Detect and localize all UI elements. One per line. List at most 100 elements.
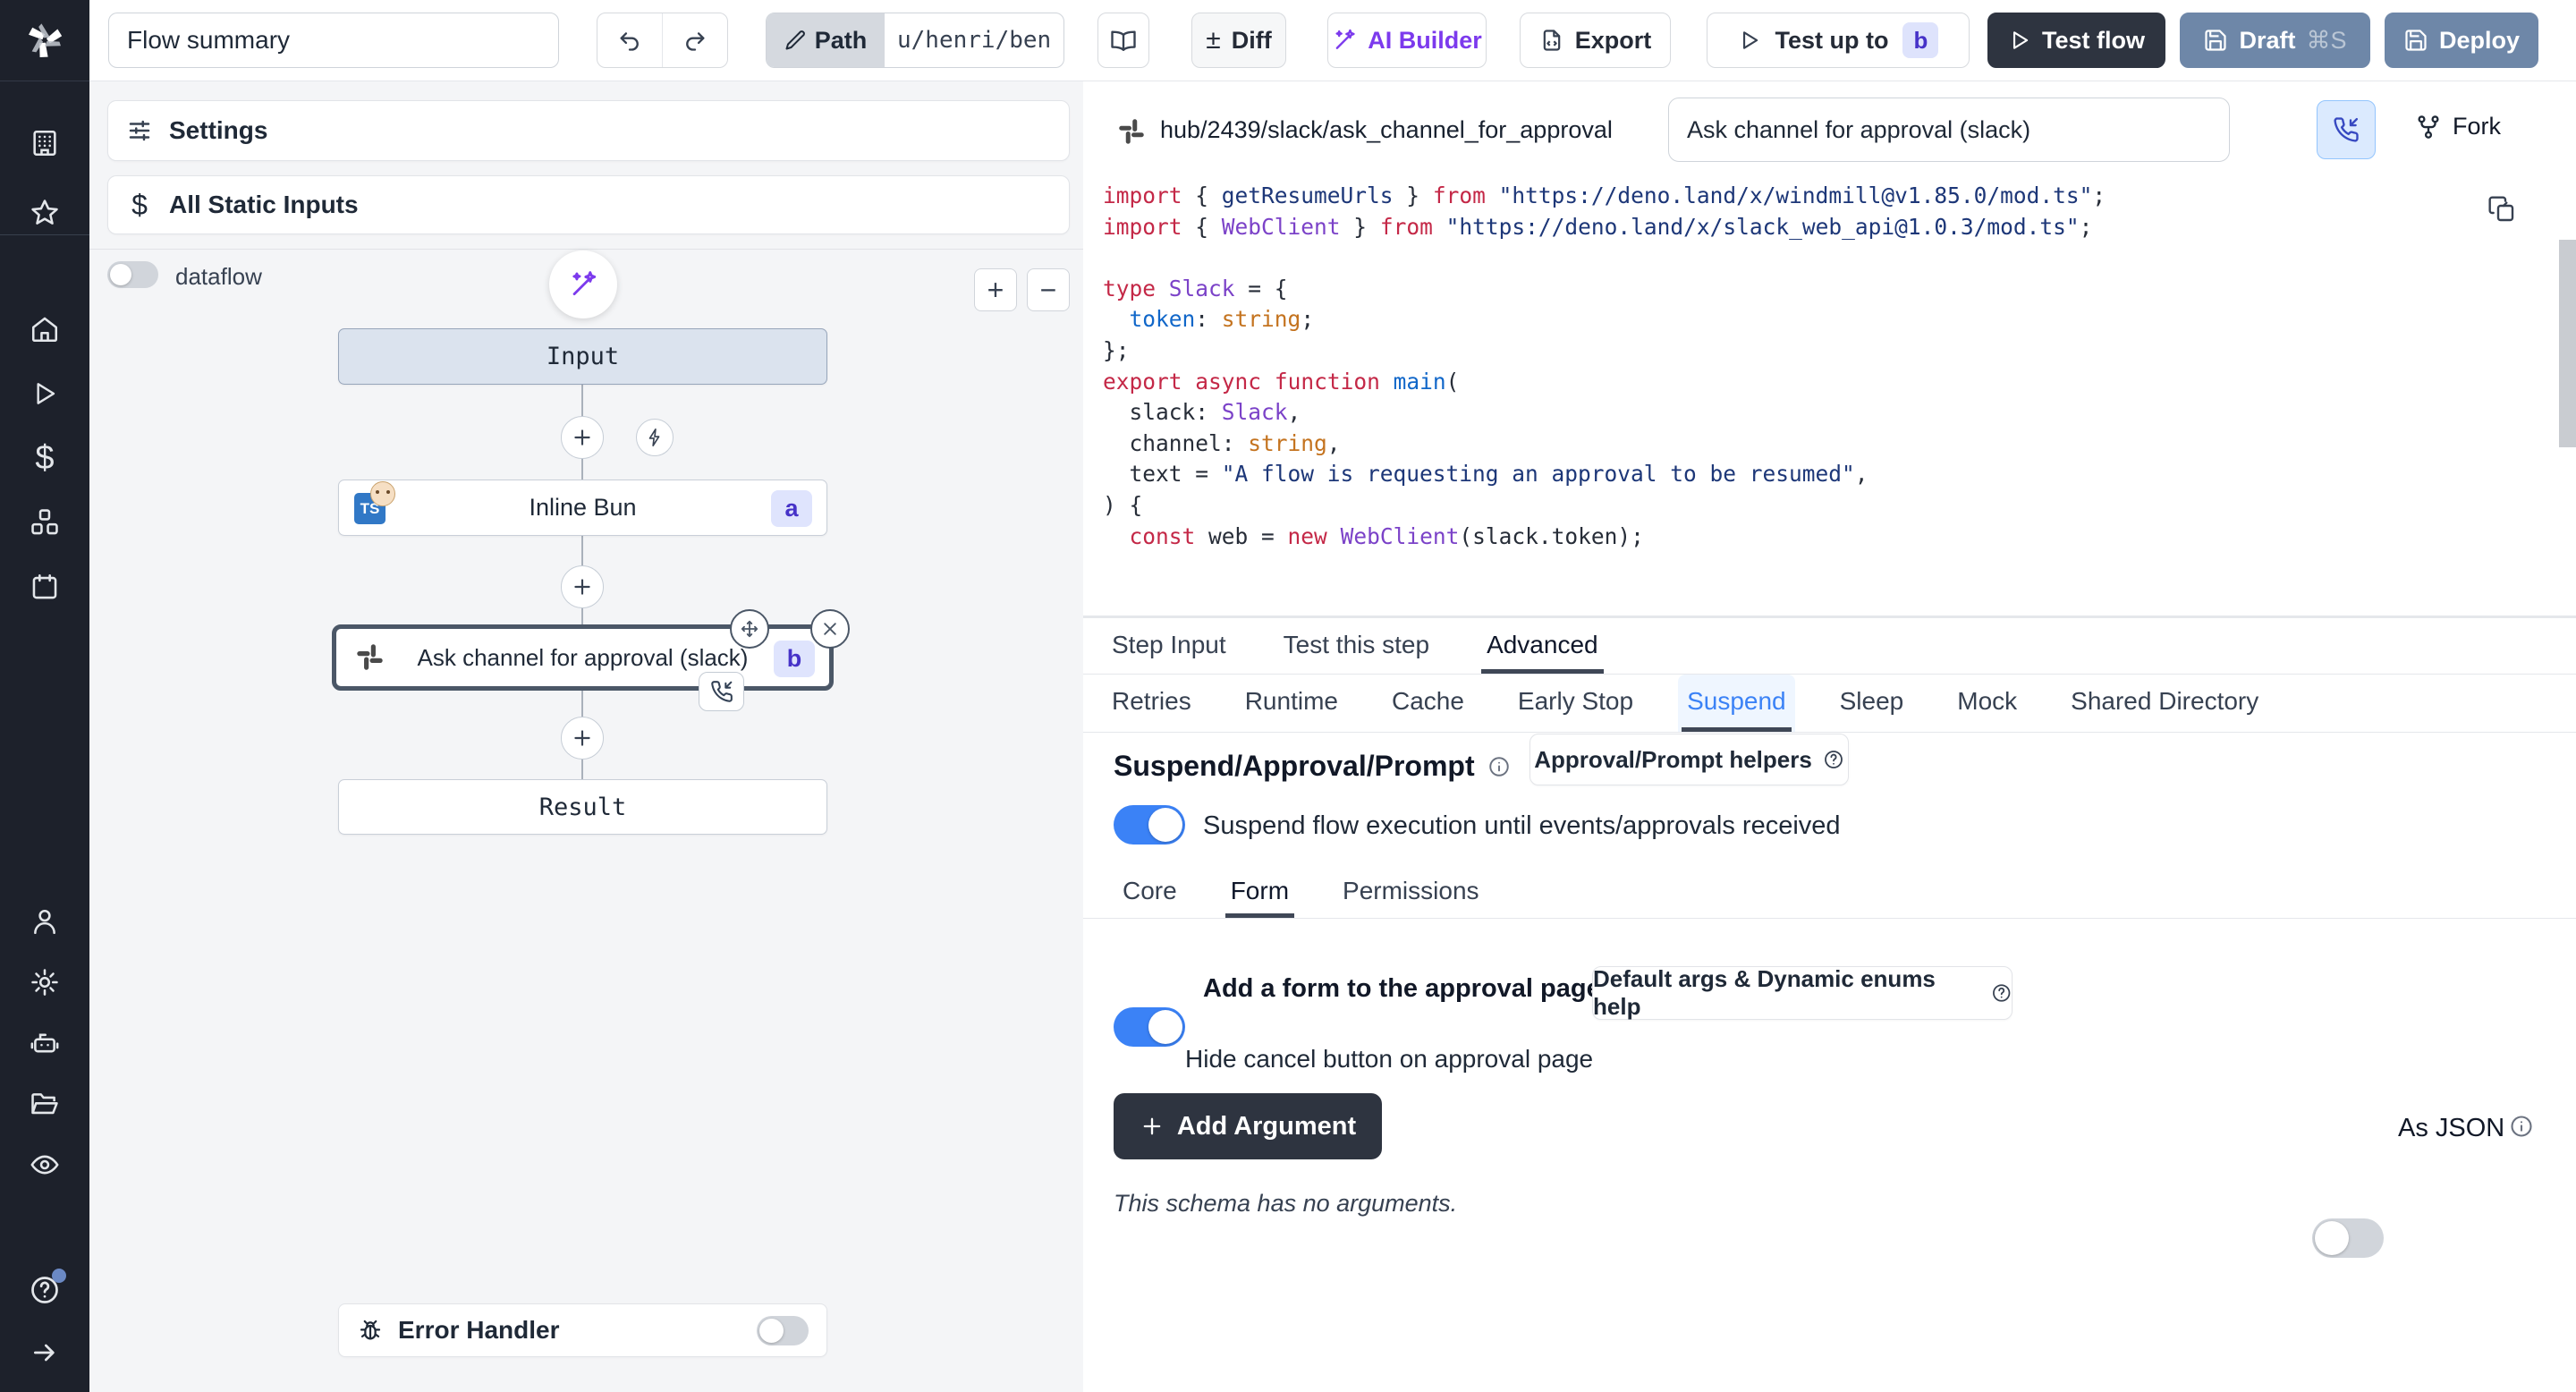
path-group[interactable]: Path u/henri/ben xyxy=(766,13,1064,68)
flow-settings-card[interactable]: Settings xyxy=(107,100,1070,161)
static-inputs-card[interactable]: $ All Static Inputs xyxy=(107,175,1070,234)
tab-sleep[interactable]: Sleep xyxy=(1831,675,1913,732)
schedules-calendar-icon[interactable] xyxy=(27,569,63,605)
add-step-button-1[interactable] xyxy=(561,416,604,459)
delete-step-button[interactable] xyxy=(810,609,850,649)
add-trigger-button[interactable] xyxy=(636,419,674,456)
topbar: Path u/henri/ben ±Diff AI Builder Export… xyxy=(89,0,2576,81)
flow-node-inline-bun[interactable]: TS Inline Bun a xyxy=(338,480,827,536)
docs-button[interactable] xyxy=(1097,13,1149,68)
error-handler-card[interactable]: Error Handler xyxy=(338,1303,827,1357)
default-args-help-label: Default args & Dynamic enums help xyxy=(1593,965,1980,1021)
test-up-to-button[interactable]: Test up to b xyxy=(1707,13,1970,68)
step-id-badge-a: a xyxy=(771,490,812,527)
move-step-button[interactable] xyxy=(730,609,769,649)
tab-runtime[interactable]: Runtime xyxy=(1236,675,1347,732)
info-icon[interactable] xyxy=(2509,1114,2534,1139)
undo-redo-group xyxy=(597,13,728,68)
as-json-toggle[interactable] xyxy=(2312,1218,2384,1258)
play-icon xyxy=(1738,29,1761,52)
slack-icon xyxy=(1118,118,1145,145)
resources-cubes-icon[interactable] xyxy=(27,505,63,540)
ai-flow-builder-button[interactable] xyxy=(549,250,617,318)
flow-summary-input[interactable] xyxy=(108,13,559,68)
expand-sidebar-arrow-icon[interactable] xyxy=(27,1335,63,1371)
phone-incoming-icon xyxy=(2333,116,2360,143)
fork-button[interactable]: Fork xyxy=(2415,113,2501,140)
path-edit-button[interactable]: Path xyxy=(767,13,885,67)
zoom-in-button[interactable]: + xyxy=(974,268,1017,311)
tab-retries[interactable]: Retries xyxy=(1103,675,1200,732)
dollar-icon: $ xyxy=(126,189,153,222)
step-name-input[interactable] xyxy=(1668,98,2230,162)
flow-node-input[interactable]: Input xyxy=(338,328,827,385)
flow-node-result[interactable]: Result xyxy=(338,779,827,835)
deploy-button[interactable]: Deploy xyxy=(2385,13,2538,68)
advanced-tabs: Retries Runtime Cache Early Stop Suspend Slee… xyxy=(1083,675,2576,732)
export-label: Export xyxy=(1575,27,1652,55)
zoom-out-button[interactable]: − xyxy=(1027,268,1070,311)
draft-label: Draft xyxy=(2239,27,2295,55)
suspend-toggle[interactable] xyxy=(1114,805,1185,845)
default-args-help-button[interactable]: Default args & Dynamic enums help xyxy=(1592,966,2012,1020)
tab-cache[interactable]: Cache xyxy=(1383,675,1473,732)
tab-step-input[interactable]: Step Input xyxy=(1103,618,1235,674)
add-argument-label: Add Argument xyxy=(1177,1112,1356,1142)
redo-button[interactable] xyxy=(663,13,727,67)
code-scrollbar-thumb[interactable] xyxy=(2559,240,2576,447)
approval-helpers-button[interactable]: Approval/Prompt helpers xyxy=(1530,734,1849,785)
windmill-logo[interactable] xyxy=(0,0,89,81)
copy-code-icon[interactable] xyxy=(2487,195,2516,224)
test-flow-button[interactable]: Test flow xyxy=(1987,13,2165,68)
tab-suspend[interactable]: Suspend xyxy=(1678,675,1795,732)
runs-play-icon[interactable] xyxy=(27,376,63,412)
tab-shared-directory[interactable]: Shared Directory xyxy=(2062,675,2267,732)
home-icon[interactable] xyxy=(27,311,63,347)
add-form-toggle[interactable] xyxy=(1114,1007,1185,1047)
suspend-indicator-button[interactable] xyxy=(2317,100,2376,159)
git-fork-icon xyxy=(2415,114,2442,140)
tab-mock[interactable]: Mock xyxy=(1948,675,2026,732)
workspace-icon[interactable] xyxy=(27,125,63,161)
info-icon[interactable] xyxy=(1487,755,1511,778)
add-step-button-2[interactable] xyxy=(561,565,604,608)
variables-dollar-icon[interactable]: $ xyxy=(27,440,63,476)
ai-builder-button[interactable]: AI Builder xyxy=(1327,13,1487,68)
undo-button[interactable] xyxy=(597,13,663,67)
help-notification-dot xyxy=(52,1269,66,1283)
folders-icon[interactable] xyxy=(27,1086,63,1122)
tab-form[interactable]: Form xyxy=(1222,864,1298,918)
error-handler-toggle[interactable] xyxy=(757,1316,809,1345)
deploy-label: Deploy xyxy=(2439,27,2520,55)
workers-robot-icon[interactable] xyxy=(27,1025,63,1061)
error-handler-label: Error Handler xyxy=(398,1316,560,1345)
code-editor[interactable]: import { getResumeUrls } from "https://d… xyxy=(1083,170,2576,615)
step-tabs: Step Input Test this step Advanced xyxy=(1083,618,2576,674)
settings-gear-icon[interactable] xyxy=(27,964,63,1000)
audit-eye-icon[interactable] xyxy=(27,1147,63,1183)
tab-advanced[interactable]: Advanced xyxy=(1478,618,1607,674)
suspend-title: Suspend/Approval/Prompt xyxy=(1114,750,1475,783)
add-argument-button[interactable]: Add Argument xyxy=(1114,1093,1382,1159)
tab-test-this-step[interactable]: Test this step xyxy=(1275,618,1438,674)
test-up-to-label: Test up to xyxy=(1775,27,1889,55)
suspend-step-badge[interactable] xyxy=(699,672,744,711)
draft-shortcut: ⌘S xyxy=(2307,27,2347,55)
suspend-toggle-label: Suspend flow execution until events/appr… xyxy=(1203,811,1841,841)
ai-wand-icon xyxy=(1332,28,1357,53)
draft-button[interactable]: Draft ⌘S xyxy=(2180,13,2370,68)
favorites-star-icon[interactable] xyxy=(27,195,63,231)
phone-incoming-icon xyxy=(710,680,733,703)
tab-early-stop[interactable]: Early Stop xyxy=(1509,675,1642,732)
dataflow-toggle[interactable] xyxy=(107,261,158,288)
file-export-icon xyxy=(1539,28,1564,53)
export-button[interactable]: Export xyxy=(1520,13,1671,68)
approval-helpers-label: Approval/Prompt helpers xyxy=(1534,746,1812,774)
windmill-logo-icon xyxy=(24,20,65,61)
user-icon[interactable] xyxy=(27,904,63,939)
tab-permissions[interactable]: Permissions xyxy=(1334,864,1487,918)
help-icon[interactable] xyxy=(27,1272,63,1308)
tab-core[interactable]: Core xyxy=(1114,864,1186,918)
add-step-button-3[interactable] xyxy=(561,717,604,760)
diff-button[interactable]: ±Diff xyxy=(1191,13,1286,68)
